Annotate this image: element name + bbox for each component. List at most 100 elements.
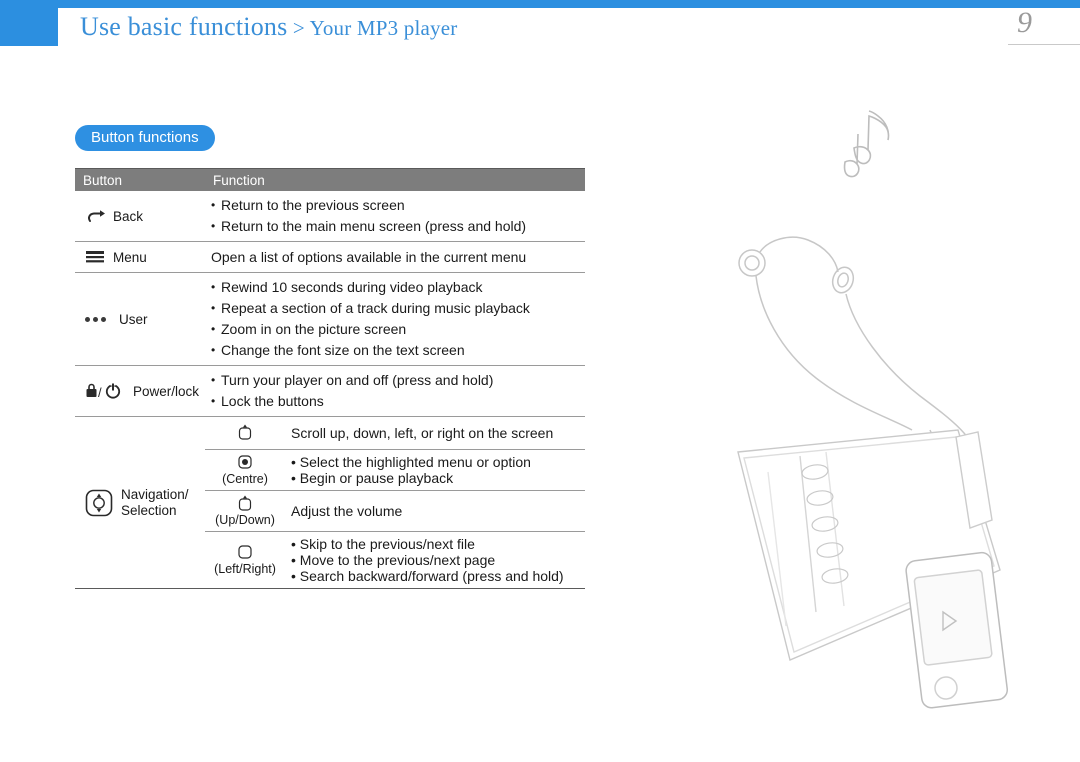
power-lock-icon: / [85, 382, 125, 400]
function-line: • Rewind 10 seconds during video playbac… [211, 277, 585, 298]
function-line: • Search backward/forward (press and hol… [291, 568, 585, 584]
function-text: Skip to the previous/next file [299, 536, 475, 552]
navigation-function-cell: • Skip to the previous/next file • Move … [285, 532, 585, 588]
table-row: Menu Open a list of options available in… [75, 242, 585, 273]
mp3-player-icon [905, 551, 1009, 709]
function-line: • Lock the buttons [211, 391, 585, 412]
header-accent-band [0, 0, 1080, 8]
bullet-icon: • [291, 568, 296, 584]
button-label-menu: Menu [113, 249, 147, 265]
user-dots-icon [85, 315, 111, 323]
function-text: Open a list of options available in the … [211, 248, 527, 265]
function-text: Rewind 10 seconds during video playback [221, 279, 483, 295]
table-header-row: Button Function [75, 169, 585, 191]
button-cell-back: Back [75, 191, 205, 241]
button-label-navigation-line2: Selection [121, 502, 177, 518]
bullet-icon: • [291, 454, 296, 470]
table-row-navigation: Navigation/ Selection Scroll up, down, l… [75, 417, 585, 589]
function-text: Change the font size on the text screen [221, 342, 465, 358]
button-label-power-lock: Power/lock [133, 383, 200, 399]
function-line: • Select the highlighted menu or option [291, 454, 585, 470]
function-text: Repeat a section of a track during music… [221, 300, 530, 316]
bullet-icon: • [211, 343, 216, 357]
navigation-function-cell: Adjust the volume [285, 491, 585, 531]
nav-icon-cell: (Centre) [205, 450, 285, 490]
function-text: Turn your player on and off (press and h… [221, 372, 494, 388]
bullet-icon: • [211, 394, 216, 408]
navigation-subrow-all: Scroll up, down, left, or right on the s… [205, 417, 585, 450]
function-text: Begin or pause playback [299, 470, 454, 486]
function-cell-back: • Return to the previous screen • Return… [205, 191, 585, 241]
function-text: Move to the previous/next page [299, 552, 496, 568]
column-header-function: Function [213, 172, 265, 188]
function-text: Return to the main menu screen (press an… [221, 218, 527, 234]
button-label-navigation: Navigation/ Selection [121, 487, 189, 519]
nav-icon-cell: (Up/Down) [205, 491, 285, 531]
nav-icon-caption: (Centre) [222, 472, 268, 486]
music-note-icon [843, 110, 890, 178]
nav-icon-caption: (Up/Down) [215, 513, 275, 527]
page-root: Use basic functions > Your MP3 player 9 … [0, 0, 1080, 762]
button-cell-user: User [75, 273, 205, 365]
button-cell-navigation: Navigation/ Selection [75, 417, 205, 588]
button-cell-power-lock: / Power/lock [75, 366, 205, 416]
function-text: Scroll up, down, left, or right on the s… [291, 425, 554, 441]
button-label-navigation-line1: Navigation/ [121, 486, 189, 502]
bullet-icon: • [291, 470, 296, 486]
function-cell-menu: Open a list of options available in the … [205, 242, 585, 272]
function-text: Select the highlighted menu or option [299, 454, 531, 470]
bullet-icon: • [211, 301, 216, 315]
nav-icon-cell [205, 417, 285, 449]
navigation-subrow-updown: (Up/Down) Adjust the volume [205, 491, 585, 532]
menu-lines-icon [85, 250, 105, 264]
function-line: • Change the font size on the text scree… [211, 340, 585, 361]
navigation-function-cell: Scroll up, down, left, or right on the s… [285, 417, 585, 449]
function-text: Return to the previous screen [221, 197, 405, 213]
function-line: • Move to the previous/next page [291, 552, 585, 568]
function-line: • Zoom in on the picture screen [211, 319, 585, 340]
button-label-back: Back [113, 208, 144, 224]
navigation-pad-icon [85, 489, 113, 517]
nav-all-directions-icon [237, 424, 253, 442]
page-title-separator: > [287, 16, 310, 40]
navigation-subrow-centre: (Centre) • Select the highlighted menu o… [205, 450, 585, 491]
page-title-main: Use basic functions [80, 12, 288, 41]
nav-icon-cell: (Left/Right) [205, 532, 285, 588]
bullet-icon: • [211, 280, 216, 294]
function-line: • Return to the previous screen [211, 195, 585, 216]
page-title: Use basic functions > Your MP3 player [80, 12, 457, 42]
function-line: • Begin or pause playback [291, 470, 585, 486]
back-arrow-icon [85, 208, 105, 224]
function-line: • Repeat a section of a track during mus… [211, 298, 585, 319]
button-functions-table: Button Function Back • Return to the pre… [75, 168, 585, 589]
page-title-sub: Your MP3 player [309, 16, 458, 40]
nav-centre-icon [237, 454, 253, 472]
function-line: • Turn your player on and off (press and… [211, 370, 585, 391]
table-row: Back • Return to the previous screen • R… [75, 191, 585, 242]
section-heading-pill: Button functions [75, 125, 215, 151]
header-left-accent-strip [0, 0, 85, 8]
navigation-subrow-leftright: (Left/Right) • Skip to the previous/next… [205, 532, 585, 588]
svg-text:/: / [98, 385, 102, 400]
table-row: / Power/lock • Turn your player on and o… [75, 366, 585, 417]
bullet-icon: • [291, 552, 296, 568]
bullet-icon: • [291, 536, 296, 552]
function-cell-power-lock: • Turn your player on and off (press and… [205, 366, 585, 416]
button-label-user: User [119, 311, 148, 327]
button-cell-menu: Menu [75, 242, 205, 272]
bullet-icon: • [211, 373, 216, 387]
function-cell-user: • Rewind 10 seconds during video playbac… [205, 273, 585, 365]
header-rule [1008, 44, 1080, 45]
column-header-button: Button [83, 172, 123, 188]
illustration [640, 100, 1070, 720]
function-text: Adjust the volume [291, 503, 403, 519]
bullet-icon: • [211, 219, 216, 233]
nav-updown-icon [237, 495, 253, 513]
table-row: User • Rewind 10 seconds during video pl… [75, 273, 585, 366]
function-text: Lock the buttons [221, 393, 324, 409]
nav-leftright-icon [237, 544, 253, 562]
navigation-subrows: Scroll up, down, left, or right on the s… [205, 417, 585, 588]
function-line: • Skip to the previous/next file [291, 536, 585, 552]
function-text: Search backward/forward (press and hold) [299, 568, 564, 584]
page-number: 9 [1017, 6, 1032, 39]
